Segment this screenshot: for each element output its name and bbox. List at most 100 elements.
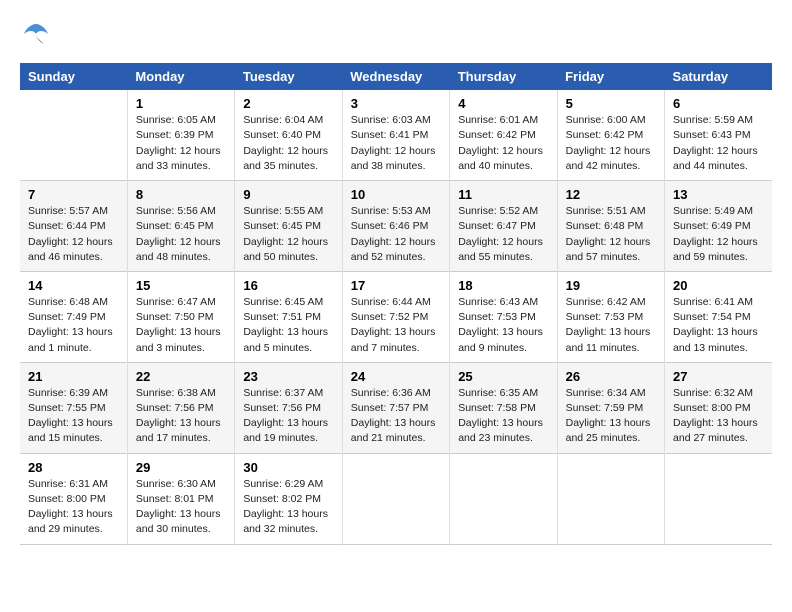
day-info: Sunrise: 6:30 AM Sunset: 8:01 PM Dayligh… [136, 477, 226, 538]
day-number: 12 [566, 187, 656, 202]
day-number: 7 [28, 187, 119, 202]
day-info: Sunrise: 5:59 AM Sunset: 6:43 PM Dayligh… [673, 113, 764, 174]
day-number: 22 [136, 369, 226, 384]
calendar-cell: 4 Sunrise: 6:01 AM Sunset: 6:42 PM Daylig… [450, 90, 557, 180]
day-info: Sunrise: 6:45 AM Sunset: 7:51 PM Dayligh… [243, 295, 333, 356]
day-info: Sunrise: 6:43 AM Sunset: 7:53 PM Dayligh… [458, 295, 548, 356]
logo [20, 20, 48, 53]
day-number: 10 [351, 187, 441, 202]
calendar-cell: 20Sunrise: 6:41 AM Sunset: 7:54 PM Dayli… [665, 271, 772, 362]
column-header-saturday: Saturday [665, 63, 772, 90]
calendar-cell: 30 Sunrise: 6:29 AM Sunset: 8:02 PM Dayli… [235, 453, 342, 544]
calendar-cell: 9 Sunrise: 5:55 AM Sunset: 6:45 PM Daylig… [235, 181, 342, 272]
day-number: 23 [243, 369, 333, 384]
day-info: Sunrise: 5:53 AM Sunset: 6:46 PM Dayligh… [351, 204, 441, 265]
day-number: 6 [673, 96, 764, 111]
calendar-cell: 10 Sunrise: 5:53 AM Sunset: 6:46 PM Dayli… [342, 181, 449, 272]
day-number: 4 [458, 96, 548, 111]
calendar-cell: 16 Sunrise: 6:45 AM Sunset: 7:51 PM Dayli… [235, 271, 342, 362]
day-number: 28 [28, 460, 119, 475]
calendar-cell: 18 Sunrise: 6:43 AM Sunset: 7:53 PM Dayli… [450, 271, 557, 362]
day-number: 25 [458, 369, 548, 384]
day-info: Sunrise: 6:00 AM Sunset: 6:42 PM Dayligh… [566, 113, 656, 174]
logo-bird-icon [22, 20, 50, 48]
calendar-cell: 29 Sunrise: 6:30 AM Sunset: 8:01 PM Dayli… [127, 453, 234, 544]
day-info: Sunrise: 6:01 AM Sunset: 6:42 PM Dayligh… [458, 113, 548, 174]
calendar-cell [665, 453, 772, 544]
day-info: Sunrise: 6:04 AM Sunset: 6:40 PM Dayligh… [243, 113, 333, 174]
day-info: Sunrise: 6:35 AM Sunset: 7:58 PM Dayligh… [458, 386, 548, 447]
day-number: 3 [351, 96, 441, 111]
calendar-table: SundayMondayTuesdayWednesdayThursdayFrid… [20, 63, 772, 544]
column-header-tuesday: Tuesday [235, 63, 342, 90]
day-number: 24 [351, 369, 441, 384]
day-info: Sunrise: 6:44 AM Sunset: 7:52 PM Dayligh… [351, 295, 441, 356]
day-number: 8 [136, 187, 226, 202]
day-number: 15 [136, 278, 226, 293]
column-header-sunday: Sunday [20, 63, 127, 90]
day-info: Sunrise: 5:57 AM Sunset: 6:44 PM Dayligh… [28, 204, 119, 265]
calendar-cell: 13 Sunrise: 5:49 AM Sunset: 6:49 PM Dayli… [665, 181, 772, 272]
page-header [20, 20, 772, 53]
day-info: Sunrise: 6:47 AM Sunset: 7:50 PM Dayligh… [136, 295, 226, 356]
day-info: Sunrise: 6:31 AM Sunset: 8:00 PM Dayligh… [28, 477, 119, 538]
day-number: 9 [243, 187, 333, 202]
day-info: Sunrise: 5:49 AM Sunset: 6:49 PM Dayligh… [673, 204, 764, 265]
calendar-cell: 14 Sunrise: 6:48 AM Sunset: 7:49 PM Dayli… [20, 271, 127, 362]
calendar-cell: 25 Sunrise: 6:35 AM Sunset: 7:58 PM Dayli… [450, 362, 557, 453]
day-info: Sunrise: 6:29 AM Sunset: 8:02 PM Dayligh… [243, 477, 333, 538]
day-number: 2 [243, 96, 333, 111]
day-number: 13 [673, 187, 764, 202]
day-info: Sunrise: 5:52 AM Sunset: 6:47 PM Dayligh… [458, 204, 548, 265]
day-info: Sunrise: 6:39 AM Sunset: 7:55 PM Dayligh… [28, 386, 119, 447]
day-number: 17 [351, 278, 441, 293]
day-info: Sunrise: 6:34 AM Sunset: 7:59 PM Dayligh… [566, 386, 656, 447]
calendar-cell: 7 Sunrise: 5:57 AM Sunset: 6:44 PM Daylig… [20, 181, 127, 272]
calendar-cell: 5Sunrise: 6:00 AM Sunset: 6:42 PM Daylig… [557, 90, 664, 180]
column-header-wednesday: Wednesday [342, 63, 449, 90]
day-info: Sunrise: 5:55 AM Sunset: 6:45 PM Dayligh… [243, 204, 333, 265]
day-info: Sunrise: 6:38 AM Sunset: 7:56 PM Dayligh… [136, 386, 226, 447]
calendar-cell: 6 Sunrise: 5:59 AM Sunset: 6:43 PM Daylig… [665, 90, 772, 180]
day-info: Sunrise: 6:32 AM Sunset: 8:00 PM Dayligh… [673, 386, 764, 447]
day-info: Sunrise: 5:56 AM Sunset: 6:45 PM Dayligh… [136, 204, 226, 265]
calendar-cell: 1Sunrise: 6:05 AM Sunset: 6:39 PM Daylig… [127, 90, 234, 180]
week-row-3: 14 Sunrise: 6:48 AM Sunset: 7:49 PM Dayli… [20, 271, 772, 362]
calendar-cell: 23 Sunrise: 6:37 AM Sunset: 7:56 PM Dayli… [235, 362, 342, 453]
calendar-cell: 26 Sunrise: 6:34 AM Sunset: 7:59 PM Dayli… [557, 362, 664, 453]
calendar-cell [450, 453, 557, 544]
day-number: 18 [458, 278, 548, 293]
day-number: 21 [28, 369, 119, 384]
day-info: Sunrise: 6:36 AM Sunset: 7:57 PM Dayligh… [351, 386, 441, 447]
day-number: 19 [566, 278, 656, 293]
calendar-cell: 28 Sunrise: 6:31 AM Sunset: 8:00 PM Dayli… [20, 453, 127, 544]
day-info: Sunrise: 6:03 AM Sunset: 6:41 PM Dayligh… [351, 113, 441, 174]
week-row-5: 28 Sunrise: 6:31 AM Sunset: 8:00 PM Dayli… [20, 453, 772, 544]
calendar-cell: 22 Sunrise: 6:38 AM Sunset: 7:56 PM Dayli… [127, 362, 234, 453]
week-row-4: 21 Sunrise: 6:39 AM Sunset: 7:55 PM Dayli… [20, 362, 772, 453]
calendar-cell: 21 Sunrise: 6:39 AM Sunset: 7:55 PM Dayli… [20, 362, 127, 453]
calendar-cell: 12Sunrise: 5:51 AM Sunset: 6:48 PM Dayli… [557, 181, 664, 272]
day-number: 16 [243, 278, 333, 293]
calendar-cell: 27 Sunrise: 6:32 AM Sunset: 8:00 PM Dayli… [665, 362, 772, 453]
calendar-cell: 2 Sunrise: 6:04 AM Sunset: 6:40 PM Daylig… [235, 90, 342, 180]
day-number: 14 [28, 278, 119, 293]
day-number: 26 [566, 369, 656, 384]
day-number: 11 [458, 187, 548, 202]
day-info: Sunrise: 6:37 AM Sunset: 7:56 PM Dayligh… [243, 386, 333, 447]
day-number: 30 [243, 460, 333, 475]
calendar-header-row: SundayMondayTuesdayWednesdayThursdayFrid… [20, 63, 772, 90]
column-header-thursday: Thursday [450, 63, 557, 90]
day-info: Sunrise: 6:48 AM Sunset: 7:49 PM Dayligh… [28, 295, 119, 356]
day-number: 27 [673, 369, 764, 384]
calendar-cell: 17 Sunrise: 6:44 AM Sunset: 7:52 PM Dayli… [342, 271, 449, 362]
day-number: 29 [136, 460, 226, 475]
week-row-1: 1Sunrise: 6:05 AM Sunset: 6:39 PM Daylig… [20, 90, 772, 180]
column-header-monday: Monday [127, 63, 234, 90]
calendar-body: 1Sunrise: 6:05 AM Sunset: 6:39 PM Daylig… [20, 90, 772, 544]
day-info: Sunrise: 6:41 AM Sunset: 7:54 PM Dayligh… [673, 295, 764, 356]
calendar-cell: 8 Sunrise: 5:56 AM Sunset: 6:45 PM Daylig… [127, 181, 234, 272]
calendar-cell: 19Sunrise: 6:42 AM Sunset: 7:53 PM Dayli… [557, 271, 664, 362]
calendar-cell [557, 453, 664, 544]
calendar-cell [342, 453, 449, 544]
